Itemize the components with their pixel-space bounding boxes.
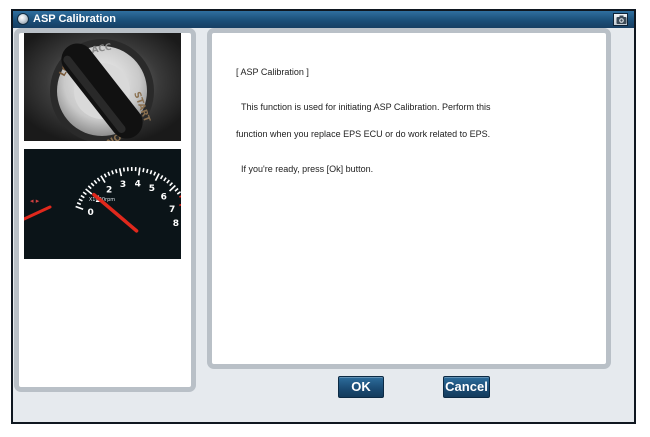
ignition-key-image: LOCK ACC START ON	[24, 33, 181, 141]
tachometer-image: X1000rpm 012345678 ◂ ▸	[24, 149, 181, 259]
cancel-button[interactable]: Cancel	[443, 376, 490, 398]
tacho-tick	[145, 168, 149, 174]
tacho-tick-label: 8	[173, 219, 179, 229]
tacho-tick-label: 3	[120, 180, 126, 190]
message-line-1: This function is used for initiating ASP…	[241, 102, 491, 112]
ok-button[interactable]: OK	[338, 376, 384, 398]
tacho-tick	[114, 169, 118, 174]
tacho-tick-label: 2	[106, 185, 112, 195]
window-title: ASP Calibration	[33, 13, 116, 25]
tacho-tick-label: 5	[149, 184, 155, 194]
app-icon	[17, 13, 29, 25]
tacho-tick	[137, 167, 141, 176]
tacho-tick-label: 4	[135, 179, 141, 189]
warning-glyph: ◂ ▸	[30, 197, 40, 205]
title-bar: ASP Calibration	[13, 11, 634, 28]
tacho-tick	[142, 168, 145, 173]
camera-icon[interactable]	[613, 13, 628, 26]
tacho-tick-label: 0	[88, 208, 94, 218]
tacho-tick	[122, 167, 125, 172]
tacho-tick-label: 7	[169, 205, 175, 215]
tacho-tick-label: 6	[161, 193, 167, 203]
message-heading: [ ASP Calibration ]	[236, 67, 309, 77]
message-panel: [ ASP Calibration ] This function is use…	[207, 28, 611, 369]
message-line-2: function when you replace EPS ECU or do …	[236, 129, 491, 139]
message-line-3: If you're ready, press [Ok] button.	[241, 164, 374, 174]
